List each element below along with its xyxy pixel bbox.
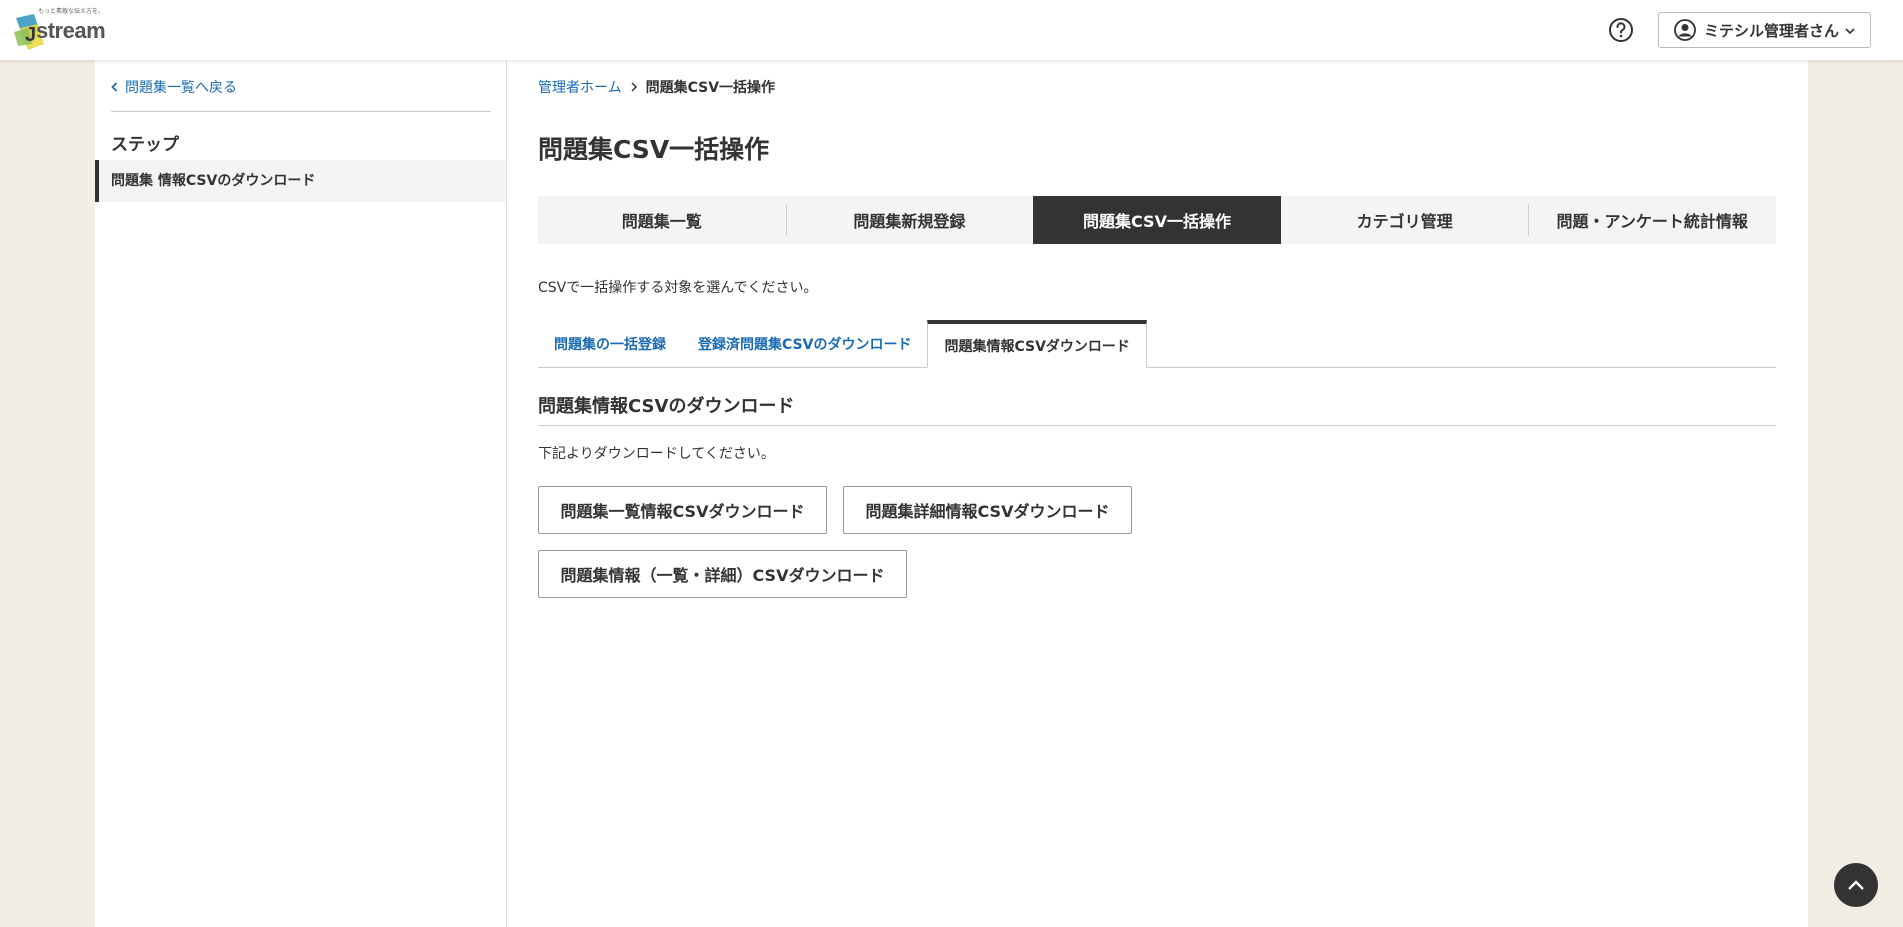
download-list-csv-button[interactable]: 問題集一覧情報CSVダウンロード	[538, 486, 827, 534]
breadcrumb-home-link[interactable]: 管理者ホーム	[538, 77, 622, 97]
subtab-bulk-register[interactable]: 問題集の一括登録	[538, 321, 682, 367]
user-name: ミテシル管理者さん	[1704, 21, 1840, 40]
subtab-registered-csv-download[interactable]: 登録済問題集CSVのダウンロード	[682, 321, 927, 367]
svg-text:J: J	[25, 24, 36, 46]
tab-new-question-set[interactable]: 問題集新規登録	[785, 196, 1034, 244]
page-title: 問題集CSV一括操作	[538, 135, 770, 164]
section-title: 問題集情報CSVのダウンロード	[538, 392, 1776, 426]
breadcrumb-current: 問題集CSV一括操作	[645, 80, 776, 96]
breadcrumb: 管理者ホーム 問題集CSV一括操作	[538, 77, 775, 97]
app-header: もっと素敵な伝え方を。 J stream ミテシル管理者さん	[0, 0, 1903, 60]
tab-csv-bulk-operation[interactable]: 問題集CSV一括操作	[1033, 196, 1281, 244]
user-circle-icon	[1674, 19, 1696, 41]
section-description: 下記よりダウンロードしてください。	[538, 446, 775, 462]
tab-question-set-list[interactable]: 問題集一覧	[538, 196, 786, 244]
chevron-down-icon	[1845, 28, 1855, 35]
back-to-list-link[interactable]: 問題集一覧へ戻る	[111, 77, 237, 97]
sidebar: 問題集一覧へ戻る ステップ 問題集 情報CSVのダウンロード	[95, 60, 507, 927]
logo-text: stream	[36, 18, 106, 43]
jstream-logo[interactable]: もっと素敵な伝え方を。 J stream	[14, 6, 124, 54]
step-heading: ステップ	[111, 135, 179, 155]
scroll-to-top-button[interactable]	[1834, 863, 1878, 907]
subtab-info-csv-download[interactable]: 問題集情報CSVダウンロード	[927, 320, 1147, 368]
download-detail-csv-button[interactable]: 問題集詳細情報CSVダウンロード	[843, 486, 1132, 534]
download-all-csv-button[interactable]: 問題集情報（一覧・詳細）CSVダウンロード	[538, 550, 907, 598]
help-circle-icon[interactable]	[1608, 17, 1634, 43]
user-menu-button[interactable]: ミテシル管理者さん	[1658, 12, 1871, 48]
back-link-label: 問題集一覧へ戻る	[125, 80, 237, 96]
sidebar-divider	[111, 111, 491, 112]
chevron-right-icon	[631, 82, 637, 92]
tab-category-management[interactable]: カテゴリ管理	[1281, 196, 1529, 244]
chevron-up-icon	[1848, 880, 1864, 890]
chevron-left-icon	[111, 82, 118, 92]
instruction-text: CSVで一括操作する対象を選んでください。	[538, 280, 818, 296]
sub-tabs: 問題集の一括登録 登録済問題集CSVのダウンロード 問題集情報CSVダウンロード	[538, 320, 1776, 368]
main-content: 管理者ホーム 問題集CSV一括操作 問題集CSV一括操作 問題集一覧 問題集新規…	[507, 60, 1808, 927]
step-item-csv-download[interactable]: 問題集 情報CSVのダウンロード	[95, 160, 506, 202]
tab-statistics[interactable]: 問題・アンケート統計情報	[1528, 196, 1776, 244]
nav-tabs: 問題集一覧 問題集新規登録 問題集CSV一括操作 カテゴリ管理 問題・アンケート…	[538, 196, 1776, 244]
